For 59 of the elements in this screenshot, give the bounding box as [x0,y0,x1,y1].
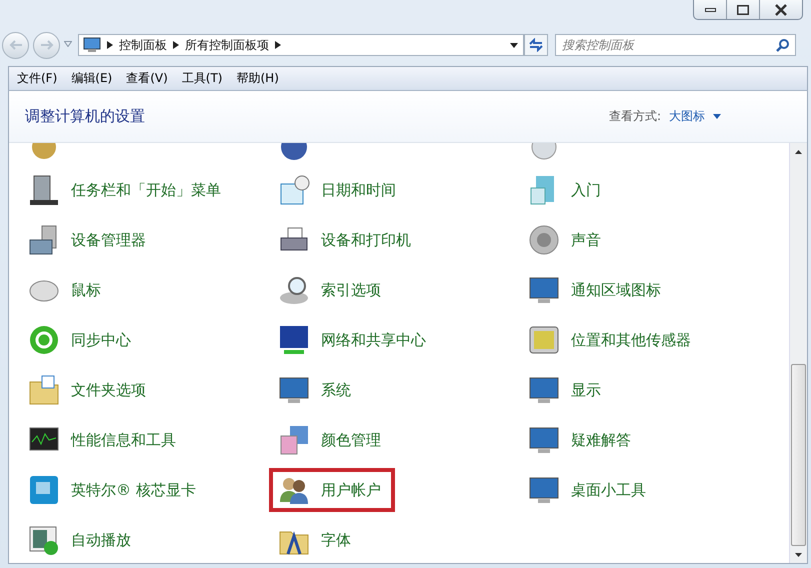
refresh-button[interactable] [524,34,548,56]
menu-item[interactable]: 文件(F) [17,70,58,87]
control-panel-icon [83,37,101,53]
control-panel-item[interactable]: 索引选项 [276,265,381,315]
control-panel-item[interactable]: 声音 [526,215,601,265]
forward-arrow-icon [40,40,54,50]
address-bar[interactable]: 控制面板 所有控制面板项 [78,34,524,56]
control-panel-item[interactable]: 疑难解答 [526,415,631,465]
search-icon[interactable] [776,38,790,52]
control-panel-item[interactable]: 系统 [276,365,351,415]
breadcrumb-item[interactable]: 控制面板 [119,36,167,54]
menu-item[interactable]: 编辑(E) [71,70,112,87]
control-panel-item[interactable]: 用户帐户 [266,465,398,515]
control-panel-item[interactable]: 字体 [276,515,351,563]
breadcrumb-arrow-icon[interactable] [275,41,281,49]
maximize-icon [737,4,749,14]
control-panel-item[interactable]: 桌面小工具 [526,465,646,515]
control-panel-item[interactable]: 网络和共享中心 [276,315,426,365]
control-panel-item[interactable]: 任务栏和「开始」菜单 [26,165,221,215]
breadcrumb-arrow-icon[interactable] [173,41,179,49]
breadcrumb-item[interactable]: 所有控制面板项 [185,36,269,54]
breadcrumb-arrow-icon[interactable] [107,41,113,49]
menu-item[interactable]: 工具(T) [182,70,222,87]
control-panel-item[interactable]: 设备管理器 [26,215,146,265]
control-panel-item[interactable]: 同步中心 [26,315,131,365]
search-icon [278,274,310,306]
control-panel-item[interactable]: 颜色管理 [276,415,381,465]
minimize-icon [704,8,716,12]
control-panel-item[interactable]: 日期和时间 [276,165,396,215]
view-by-dropdown[interactable]: 大图标 [669,108,705,125]
control-panel-item[interactable]: 英特尔® 核芯显卡 [26,465,196,515]
calendar-icon [278,174,310,206]
control-panel-item[interactable]: 通知区域图标 [526,265,661,315]
control-panel-item[interactable]: 位置和其他传感器 [526,315,691,365]
speaker-icon [528,224,560,256]
scroll-up-icon[interactable] [795,150,802,154]
back-arrow-icon [8,40,22,50]
sync-icon [28,324,60,356]
control-panel-item[interactable]: 文件夹选项 [26,365,146,415]
dropdown-arrow-icon[interactable] [510,42,518,48]
control-panel-item[interactable]: 设备和打印机 [276,215,411,265]
view-by-label: 查看方式: [608,108,661,125]
scrollbar[interactable] [789,143,807,563]
taskbar-icon [28,174,60,206]
search-field[interactable]: 搜索控制面板 [555,34,796,56]
menu-item[interactable]: 帮助(H) [236,70,279,87]
close-icon [775,4,787,16]
control-panel-item[interactable]: 入门 [526,165,601,215]
refresh-icon [528,38,544,52]
control-panel-item[interactable]: 自动播放 [26,515,131,563]
page-title: 调整计算机的设置 [25,107,145,126]
folder-icon [28,374,60,406]
control-panel-item[interactable]: 显示 [526,365,601,415]
menu-item[interactable]: 查看(V) [126,70,168,87]
scroll-down-icon[interactable] [795,552,802,556]
control-panel-item[interactable]: 鼠标 [26,265,101,315]
control-panel-item[interactable]: 性能信息和工具 [26,415,176,465]
view-dropdown-arrow-icon[interactable] [713,114,721,119]
play-icon [28,524,60,556]
